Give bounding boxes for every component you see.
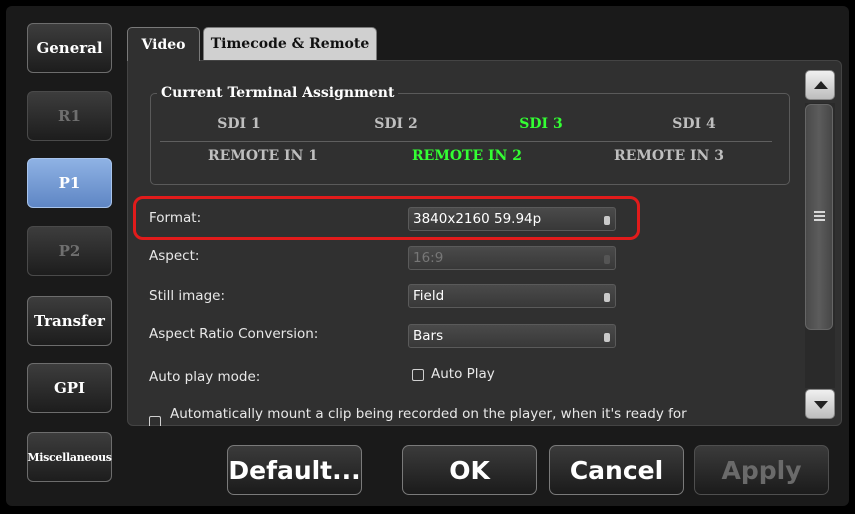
sdi-3-label: SDI 3 (519, 116, 563, 132)
remote-in-3-label: REMOTE IN 3 (614, 148, 724, 164)
sdi-1-label: SDI 1 (217, 116, 261, 132)
sidebar-item-p2[interactable]: P2 (27, 226, 112, 276)
auto-mount-label[interactable]: Automatically mount a clip being recorde… (170, 406, 687, 422)
sidebar-item-general[interactable]: General (27, 23, 112, 73)
chevron-up-icon (814, 81, 828, 89)
tab-video[interactable]: Video (127, 27, 200, 61)
scroll-up-button[interactable] (805, 70, 835, 100)
auto-play-checkbox[interactable] (412, 369, 424, 381)
aspect-ratio-conversion-label: Aspect Ratio Conversion: (149, 326, 319, 342)
sidebar-item-transfer[interactable]: Transfer (27, 296, 112, 346)
sidebar-item-p1[interactable]: P1 (27, 158, 112, 208)
auto-play-mode-label: Auto play mode: (149, 369, 261, 385)
format-label: Format: (149, 210, 202, 226)
remote-in-2-label: REMOTE IN 2 (412, 148, 522, 164)
chevron-down-icon (814, 401, 828, 409)
scrollbar-thumb[interactable] (805, 104, 833, 330)
still-image-dropdown[interactable]: Field (408, 284, 616, 308)
ok-button[interactable]: OK (402, 445, 537, 495)
still-image-label: Still image: (149, 288, 226, 304)
aspect-value: 16:9 (413, 250, 444, 266)
sidebar-item-gpi[interactable]: GPI (27, 363, 112, 413)
auto-play-checkbox-label[interactable]: Auto Play (431, 366, 495, 382)
dropdown-arrow-icon (604, 255, 610, 264)
scroll-down-button[interactable] (805, 389, 835, 419)
sidebar-item-r1[interactable]: R1 (27, 91, 112, 141)
terminal-assignment-group (150, 93, 790, 185)
remote-in-1-label: REMOTE IN 1 (208, 148, 318, 164)
cancel-button[interactable]: Cancel (549, 445, 684, 495)
terminal-assignment-title: Current Terminal Assignment (157, 85, 399, 101)
sdi-4-label: SDI 4 (672, 116, 716, 132)
format-value: 3840x2160 59.94p (413, 211, 542, 227)
grip-icon (814, 215, 825, 217)
sidebar-item-miscellaneous[interactable]: Miscellaneous (27, 432, 112, 482)
aspect-label: Aspect: (149, 248, 200, 264)
aspect-dropdown[interactable]: 16:9 (408, 246, 616, 270)
terminal-divider (160, 141, 772, 142)
still-image-value: Field (413, 288, 445, 304)
format-dropdown[interactable]: 3840x2160 59.94p (408, 207, 616, 231)
default-button[interactable]: Default... (227, 445, 362, 495)
apply-button[interactable]: Apply (694, 445, 829, 495)
dropdown-arrow-icon (604, 333, 610, 342)
auto-mount-checkbox[interactable] (149, 416, 161, 426)
grip-icon (814, 219, 825, 221)
dropdown-arrow-icon (604, 293, 610, 302)
aspect-ratio-conversion-dropdown[interactable]: Bars (408, 324, 616, 348)
aspect-ratio-conversion-value: Bars (413, 328, 444, 344)
grip-icon (814, 211, 825, 213)
tab-timecode-remote[interactable]: Timecode & Remote (203, 27, 377, 60)
sdi-2-label: SDI 2 (374, 116, 418, 132)
dropdown-arrow-icon (604, 216, 610, 225)
